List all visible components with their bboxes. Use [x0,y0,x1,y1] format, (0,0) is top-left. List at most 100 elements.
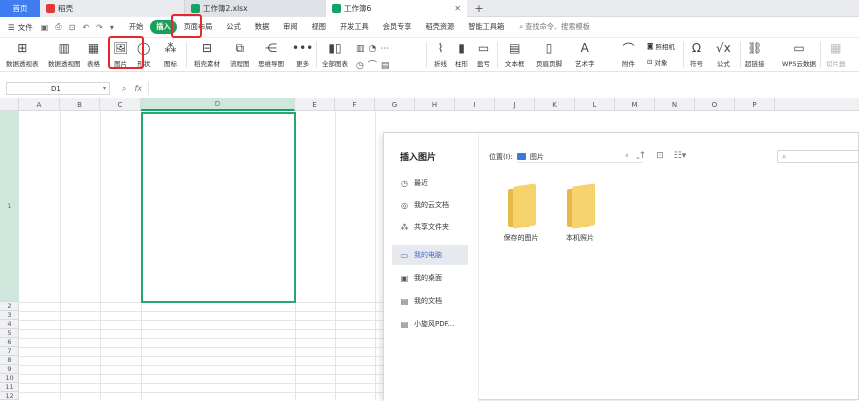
chart-type-icons[interactable]: ▥◔⋯ [356,44,393,54]
column-header[interactable]: J [495,98,535,111]
new-tab-button[interactable]: + [467,0,491,17]
icons-icon: ⁂ [164,41,177,55]
select-all-corner[interactable] [0,98,19,111]
column-header[interactable]: N [655,98,695,111]
view-list-icon[interactable]: ☷▾ [674,151,687,161]
zoom-icon[interactable]: ⌕ [122,84,126,94]
command-search-label: 查找命令、搜索模板 [525,22,590,31]
nav-recent[interactable]: ◷ 最近 [392,173,468,193]
row-header[interactable]: 9 [0,365,19,374]
symbol-button[interactable]: Ω 符号 [690,40,703,68]
row-header-selected[interactable]: 1 [0,111,19,302]
column-header[interactable]: B [60,98,100,111]
tab-docer-resources[interactable]: 稻壳资源 [418,22,461,32]
tab-workbook6[interactable]: 工作簿6 ✕ [326,0,467,17]
flowchart-button[interactable]: ⧉ 流程图 [230,40,250,69]
sparkline-line-button[interactable]: ⌇ 折线 [434,40,447,68]
sparkline-winloss-button[interactable]: ▭ 盈亏 [477,40,490,68]
column-header[interactable]: C [100,98,141,111]
fx-icon[interactable]: fx [134,84,142,94]
attachment-button[interactable]: ⌒ 附件 [622,40,635,69]
more-button[interactable]: ••• 更多 [292,40,313,68]
formula-input[interactable] [148,82,859,95]
preview-icon[interactable]: ⊡ [69,23,76,32]
tab-data[interactable]: 数据 [248,22,276,32]
column-header[interactable]: G [375,98,415,111]
row-header[interactable]: 5 [0,329,19,338]
column-header[interactable]: H [415,98,455,111]
all-charts-button[interactable]: ▮▯ 全部图表 [322,40,348,68]
nav-pdf-folder[interactable]: ▤ 小旋风PDF... [392,314,468,334]
camera-button[interactable]: ◙ 照相机 [647,41,675,51]
row-header[interactable]: 2 [0,302,19,311]
tab-docer[interactable]: 稻壳 [40,0,184,17]
column-header[interactable]: P [735,98,775,111]
row-header[interactable]: 3 [0,311,19,320]
tab-workbook2[interactable]: 工作簿2.xlsx [184,0,326,17]
nav-cloud-docs[interactable]: ◎ 我的云文档 [392,195,468,215]
redo-icon[interactable]: ↷ [96,23,103,32]
row-header[interactable]: 12 [0,392,19,400]
column-header-selected[interactable]: D [141,98,295,111]
tab-review[interactable]: 审阅 [276,22,304,32]
equation-button[interactable]: √x 公式 [716,40,731,68]
tab-formulas[interactable]: 公式 [219,22,247,32]
nav-my-computer[interactable]: ▭ 我的电脑 [392,245,468,265]
close-icon[interactable]: ✕ [454,4,461,13]
print-icon[interactable]: ⎙ [55,22,61,32]
row-header[interactable]: 8 [0,356,19,365]
undo-icon[interactable]: ↶ [82,23,89,32]
mindmap-button[interactable]: ⋲ 思维导图 [258,40,284,68]
row-header[interactable]: 7 [0,347,19,356]
column-header[interactable]: L [575,98,615,111]
chevron-down-icon[interactable]: ▾ [103,85,106,92]
header-footer-button[interactable]: ▯ 页眉页脚 [536,40,562,68]
column-header[interactable]: I [455,98,495,111]
selected-cell-d1[interactable] [141,112,296,303]
sparkline-column-button[interactable]: ▮ 柱形 [455,40,468,68]
up-arrow-icon[interactable]: ↑ [639,151,647,161]
row-header[interactable]: 4 [0,320,19,329]
wps-form-button[interactable]: ▭ WPS云数据 [782,40,816,68]
file-menu[interactable]: ☰ 文件 [0,22,33,33]
column-header[interactable]: M [615,98,655,111]
tab-developer[interactable]: 开发工具 [333,22,376,32]
folder-saved-pictures[interactable]: 保存的图片 [491,183,551,243]
slicer-button[interactable]: ▦ 切片器 [826,40,846,68]
new-folder-icon[interactable]: ⊡ [656,151,664,161]
location-select[interactable]: 图片 ⌄ [516,151,643,163]
omega-icon: Ω [691,41,702,55]
chart-type-icons-2[interactable]: ◷⌒▤ [356,58,393,71]
row-header[interactable]: 6 [0,338,19,347]
chevron-down-icon[interactable]: ▾ [110,23,114,32]
pivot-table-button[interactable]: ⊞ 数据透视表 [6,40,39,68]
wordart-button[interactable]: A 艺术字 [575,40,595,68]
column-header[interactable]: E [295,98,335,111]
tab-member[interactable]: 会员专享 [376,22,419,32]
nav-desktop[interactable]: ▣ 我的桌面 [392,268,468,288]
save-icon[interactable]: ▣ [41,23,49,32]
column-header[interactable]: A [19,98,60,111]
name-box[interactable]: D1 ▾ [6,82,110,95]
hyperlink-button[interactable]: ⛓ 超链接 [745,40,765,68]
table-button[interactable]: ▦ 表格 [87,40,100,68]
command-search[interactable]: ⌕ 查找命令、搜索模板 [519,22,590,32]
docer-material-button[interactable]: ⊟ 稻壳素材 [194,40,220,68]
tab-smart-toolbox[interactable]: 智能工具箱 [461,22,511,32]
textbox-button[interactable]: ▤ 文本框 [505,40,525,68]
tab-view[interactable]: 视图 [305,22,333,32]
back-icon[interactable]: ‹ [625,151,629,161]
object-button[interactable]: ⊡ 对象 [647,57,667,67]
tab-start[interactable]: 开始 [122,22,150,32]
column-header[interactable]: O [695,98,735,111]
column-header[interactable]: K [535,98,575,111]
row-header[interactable]: 10 [0,374,19,383]
column-header[interactable]: F [335,98,375,111]
icons-button[interactable]: ⁂ 图标 [164,40,177,68]
pivot-chart-button[interactable]: ▥ 数据透视图 [48,40,81,68]
folder-camera-roll[interactable]: 本机照片 [550,183,610,243]
nav-shared-folder[interactable]: ⁂ 共享文件夹 [392,217,468,237]
dialog-search-input[interactable]: ⌕ [777,150,859,163]
nav-documents[interactable]: ▤ 我的文档 [392,291,468,311]
tab-home[interactable]: 首页 [0,0,40,17]
